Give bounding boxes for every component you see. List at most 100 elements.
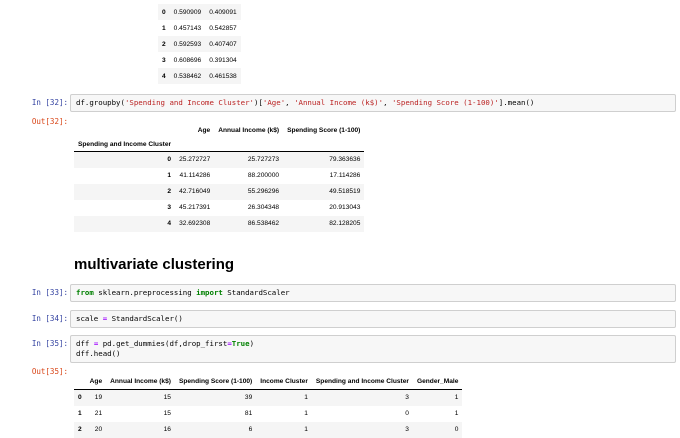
- code-text: StandardScaler: [222, 288, 290, 297]
- table-cell: 20.913043: [329, 204, 361, 211]
- table-cell: 1: [304, 394, 308, 402]
- table-cell: 79.363636: [329, 156, 361, 164]
- table-cell: 15: [163, 410, 171, 417]
- table-cell: 1: [304, 426, 308, 433]
- table-cell: 21: [94, 410, 103, 417]
- row-index: 1: [162, 24, 166, 32]
- table-cell: 0.409091: [209, 8, 237, 16]
- table-row: 0 0.590909 0.409091: [158, 4, 241, 20]
- row-index: 4: [162, 72, 166, 80]
- table-cell: 32.692308: [179, 220, 211, 227]
- table-cell: 1: [304, 410, 308, 417]
- groupby-mean-table: Age Annual Income (k$) Spending Score (1…: [74, 123, 365, 232]
- table-cell: 0.461538: [209, 72, 237, 80]
- code-text: ,: [383, 98, 392, 107]
- row-index: 2: [167, 188, 172, 195]
- column-header: Spending and Income Cluster: [311, 373, 413, 390]
- table-cell: 19: [94, 394, 103, 402]
- table-cell: 0.457143: [173, 24, 202, 32]
- table-cell: 0: [405, 410, 409, 417]
- input-prompt-33: In [33]:: [31, 288, 68, 297]
- code-cell-32[interactable]: df.groupby('Spending and Income Cluster'…: [70, 94, 676, 112]
- input-prompt-34: In [34]:: [31, 314, 68, 323]
- table-cell: 20: [94, 426, 103, 433]
- row-index: 0: [162, 8, 166, 16]
- row-index: 1: [167, 172, 172, 179]
- table-cell: 55.296296: [247, 188, 280, 195]
- table-cell: 1: [454, 410, 459, 417]
- table-cell: 88.200000: [247, 172, 280, 179]
- column-header: Age: [197, 126, 211, 134]
- index-header-blank: [74, 123, 175, 137]
- table-cell: 16: [163, 426, 171, 433]
- table-cell: 0.590909: [173, 8, 202, 16]
- table-header-row: Age Annual Income (k$) Spending Score (1…: [74, 123, 364, 137]
- column-header: Income Cluster: [256, 373, 312, 390]
- code-text: sklearn.preprocessing: [93, 288, 197, 297]
- code-string: 'Spending Score (1-100)': [391, 98, 499, 107]
- table-cell: 26.304348: [247, 204, 280, 211]
- table-cell: 25.272727: [179, 156, 211, 164]
- table-cell: 0: [454, 426, 459, 433]
- input-prompt-32: In [32]:: [31, 98, 68, 107]
- code-text: dff: [76, 339, 94, 348]
- index-header-blank: [74, 373, 86, 390]
- code-cell-35[interactable]: dff = pd.get_dummies(df,drop_first=True)…: [70, 335, 676, 363]
- table-cell: 0.542857: [209, 24, 237, 32]
- code-text: ,: [285, 98, 295, 107]
- output-prompt-35: Out[35]:: [31, 367, 68, 376]
- index-name-row: Spending and Income Cluster: [74, 137, 365, 152]
- table-row: 4 32.692308 86.538462 82.128205: [74, 215, 365, 232]
- section-heading: multivariate clustering: [74, 256, 235, 273]
- table-cell: 0.608696: [173, 56, 202, 64]
- code-keyword: from: [76, 288, 94, 297]
- table-row: 1 41.114286 88.200000 17.114286: [74, 168, 364, 184]
- table-cell: 3: [405, 426, 409, 433]
- table-cell: 0.391304: [209, 56, 237, 64]
- top-dataframe-table: 0 0.590909 0.409091 1 0.457143 0.542857 …: [158, 4, 241, 84]
- table-row: 3 45.217391 26.304348 20.913043: [74, 200, 364, 216]
- table-cell: 81: [244, 410, 253, 417]
- table-cell: 25.727273: [247, 156, 280, 164]
- table-cell: 45.217391: [179, 204, 211, 211]
- code-text: )[: [254, 98, 263, 107]
- column-header: Annual Income (k$): [218, 126, 280, 134]
- output-prompt-32: Out[32]:: [31, 117, 68, 126]
- table-cell: 49.518519: [329, 188, 361, 195]
- column-header: Gender_Male: [412, 373, 463, 390]
- column-header: Annual Income (k$): [106, 373, 175, 390]
- table-cell: 82.128205: [329, 220, 361, 227]
- code-text: dff.head(): [76, 349, 121, 358]
- row-index: 4: [167, 220, 172, 227]
- code-text: df.groupby(: [76, 98, 125, 107]
- table-cell: 0.538462: [173, 72, 202, 80]
- table-cell: 42.716049: [179, 188, 211, 195]
- table-row: 1 0.457143 0.542857: [158, 20, 241, 36]
- table-row: 2 0.592593 0.407407: [158, 36, 241, 52]
- table-row: 2 20 16 6 1 3 0: [74, 421, 463, 438]
- table-cell: 0.592593: [173, 40, 202, 48]
- table-row: 2 42.716049 55.296296 49.518519: [74, 183, 365, 200]
- dummies-head-table: Age Annual Income (k$) Spending Score (1…: [74, 373, 463, 438]
- column-header: Age: [85, 373, 107, 390]
- row-index: 2: [78, 426, 82, 433]
- code-cell-33[interactable]: from sklearn.preprocessing import Standa…: [70, 284, 676, 302]
- table-cell: 41.114286: [179, 172, 211, 179]
- table-row: 4 0.538462 0.461538: [158, 68, 241, 84]
- code-string: 'Spending and Income Cluster': [124, 98, 254, 107]
- table-cell: 3: [405, 394, 409, 402]
- column-header: Spending Score (1-100): [287, 126, 361, 134]
- code-string: 'Annual Income (k$)': [294, 98, 384, 107]
- table-row: 0 25.272727 25.727273 79.363636: [74, 151, 365, 168]
- code-keyword: True: [231, 339, 250, 348]
- table-cell: 6: [248, 426, 253, 433]
- table-cell: 0.407407: [209, 40, 237, 48]
- input-prompt-35: In [35]:: [31, 339, 68, 348]
- code-text: ].mean(): [498, 98, 535, 107]
- table-cell: 15: [163, 394, 171, 402]
- table-row: 1 21 15 81 1 0 1: [74, 406, 462, 422]
- row-index: 0: [78, 394, 82, 402]
- code-cell-34[interactable]: scale = StandardScaler(): [70, 310, 676, 328]
- table-cell: 86.538462: [247, 220, 280, 227]
- row-index: 2: [162, 40, 166, 48]
